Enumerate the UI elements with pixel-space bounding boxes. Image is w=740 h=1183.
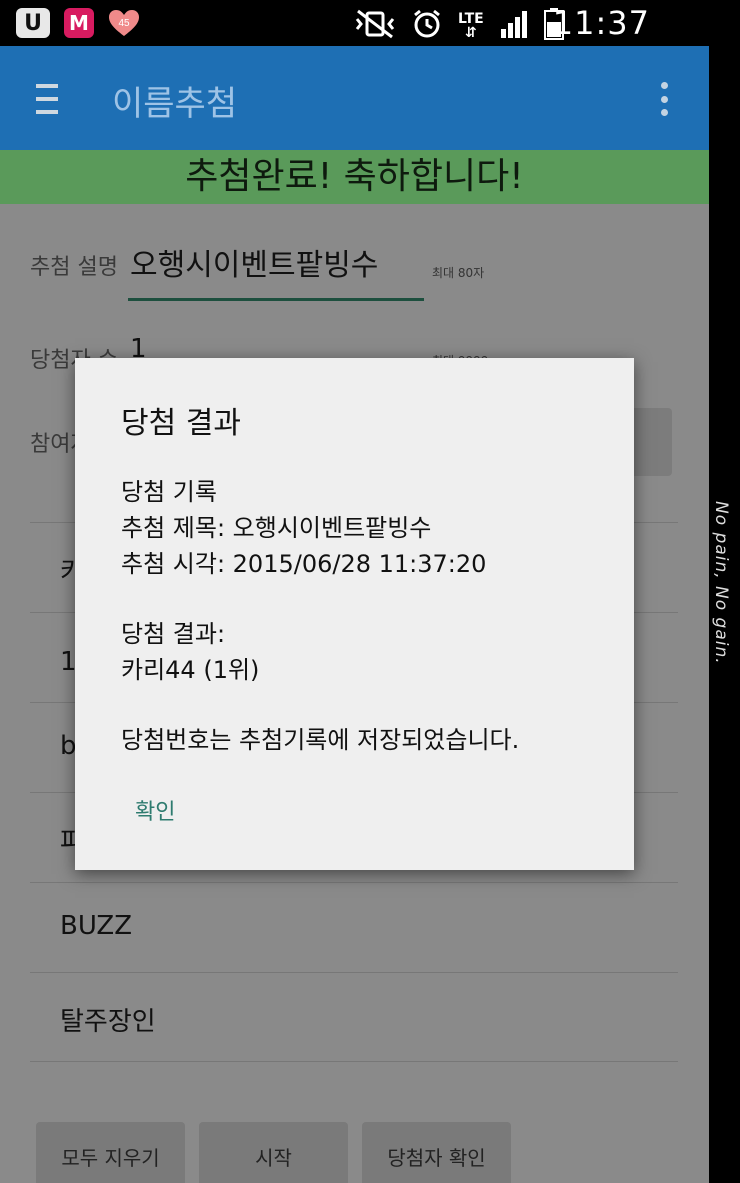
uplus-icon: U (16, 8, 50, 38)
app-title: 이름추첨 (112, 84, 238, 124)
description-field[interactable]: 오행시이벤트팥빙수 (130, 240, 378, 284)
ok-button[interactable]: 확인 (135, 794, 175, 826)
dialog-message: 당첨 기록 추첨 제목: 오행시이벤트팥빙수 추첨 시각: 2015/06/28… (121, 474, 601, 758)
dialog-line-saved: 당첨번호는 추첨기록에 저장되었습니다. (121, 726, 520, 754)
vibrate-icon (354, 9, 396, 43)
check-winners-button[interactable]: 당첨자 확인 (362, 1122, 511, 1183)
mnet-icon: M (64, 8, 94, 38)
app-window: 이름추첨 추첨완료! 축하합니다! 추첨 설명 오행시이벤트팥빙수 최대 80자… (0, 46, 709, 1183)
description-label: 추첨 설명 (30, 255, 118, 280)
hamburger-menu-icon[interactable] (36, 84, 58, 114)
network-type: LTE ⇵ (458, 11, 484, 41)
side-caption: No pain, No gain. (711, 501, 731, 665)
result-dialog: 당첨 결과 당첨 기록 추첨 제목: 오행시이벤트팥빙수 추첨 시각: 2015… (75, 358, 634, 870)
dialog-line-result-label: 당첨 결과: (121, 620, 226, 648)
list-item[interactable]: BUZZ (30, 882, 678, 972)
description-underline (128, 298, 424, 301)
dialog-title: 당첨 결과 (121, 406, 241, 441)
dialog-line-time: 추첨 시각: 2015/06/28 11:37:20 (121, 550, 487, 578)
start-button[interactable]: 시작 (199, 1122, 348, 1183)
edge-strip: No pain, No gain. (709, 46, 740, 1183)
overflow-menu-icon[interactable] (661, 82, 669, 116)
status-bar: U M 45 LTE ⇵ 11:37 (0, 0, 740, 46)
dialog-line-title: 추첨 제목: 오행시이벤트팥빙수 (121, 514, 432, 542)
heart-badge-icon: 45 (108, 8, 140, 38)
list-item[interactable]: 탈주장인 (30, 972, 678, 1062)
toolbar: 이름추첨 (0, 46, 709, 150)
action-buttons: 모두 지우기 시작 당첨자 확인 (36, 1122, 511, 1183)
svg-text:45: 45 (118, 18, 130, 29)
description-hint: 최대 80자 (432, 266, 485, 280)
clear-all-button[interactable]: 모두 지우기 (36, 1122, 185, 1183)
result-banner: 추첨완료! 축하합니다! (0, 150, 709, 204)
clock: 11:37 (552, 4, 650, 42)
dialog-line-record: 당첨 기록 (121, 478, 217, 506)
alarm-icon (412, 9, 442, 43)
dialog-line-winner: 카리44 (1위) (121, 656, 260, 684)
signal-icon (500, 9, 528, 43)
